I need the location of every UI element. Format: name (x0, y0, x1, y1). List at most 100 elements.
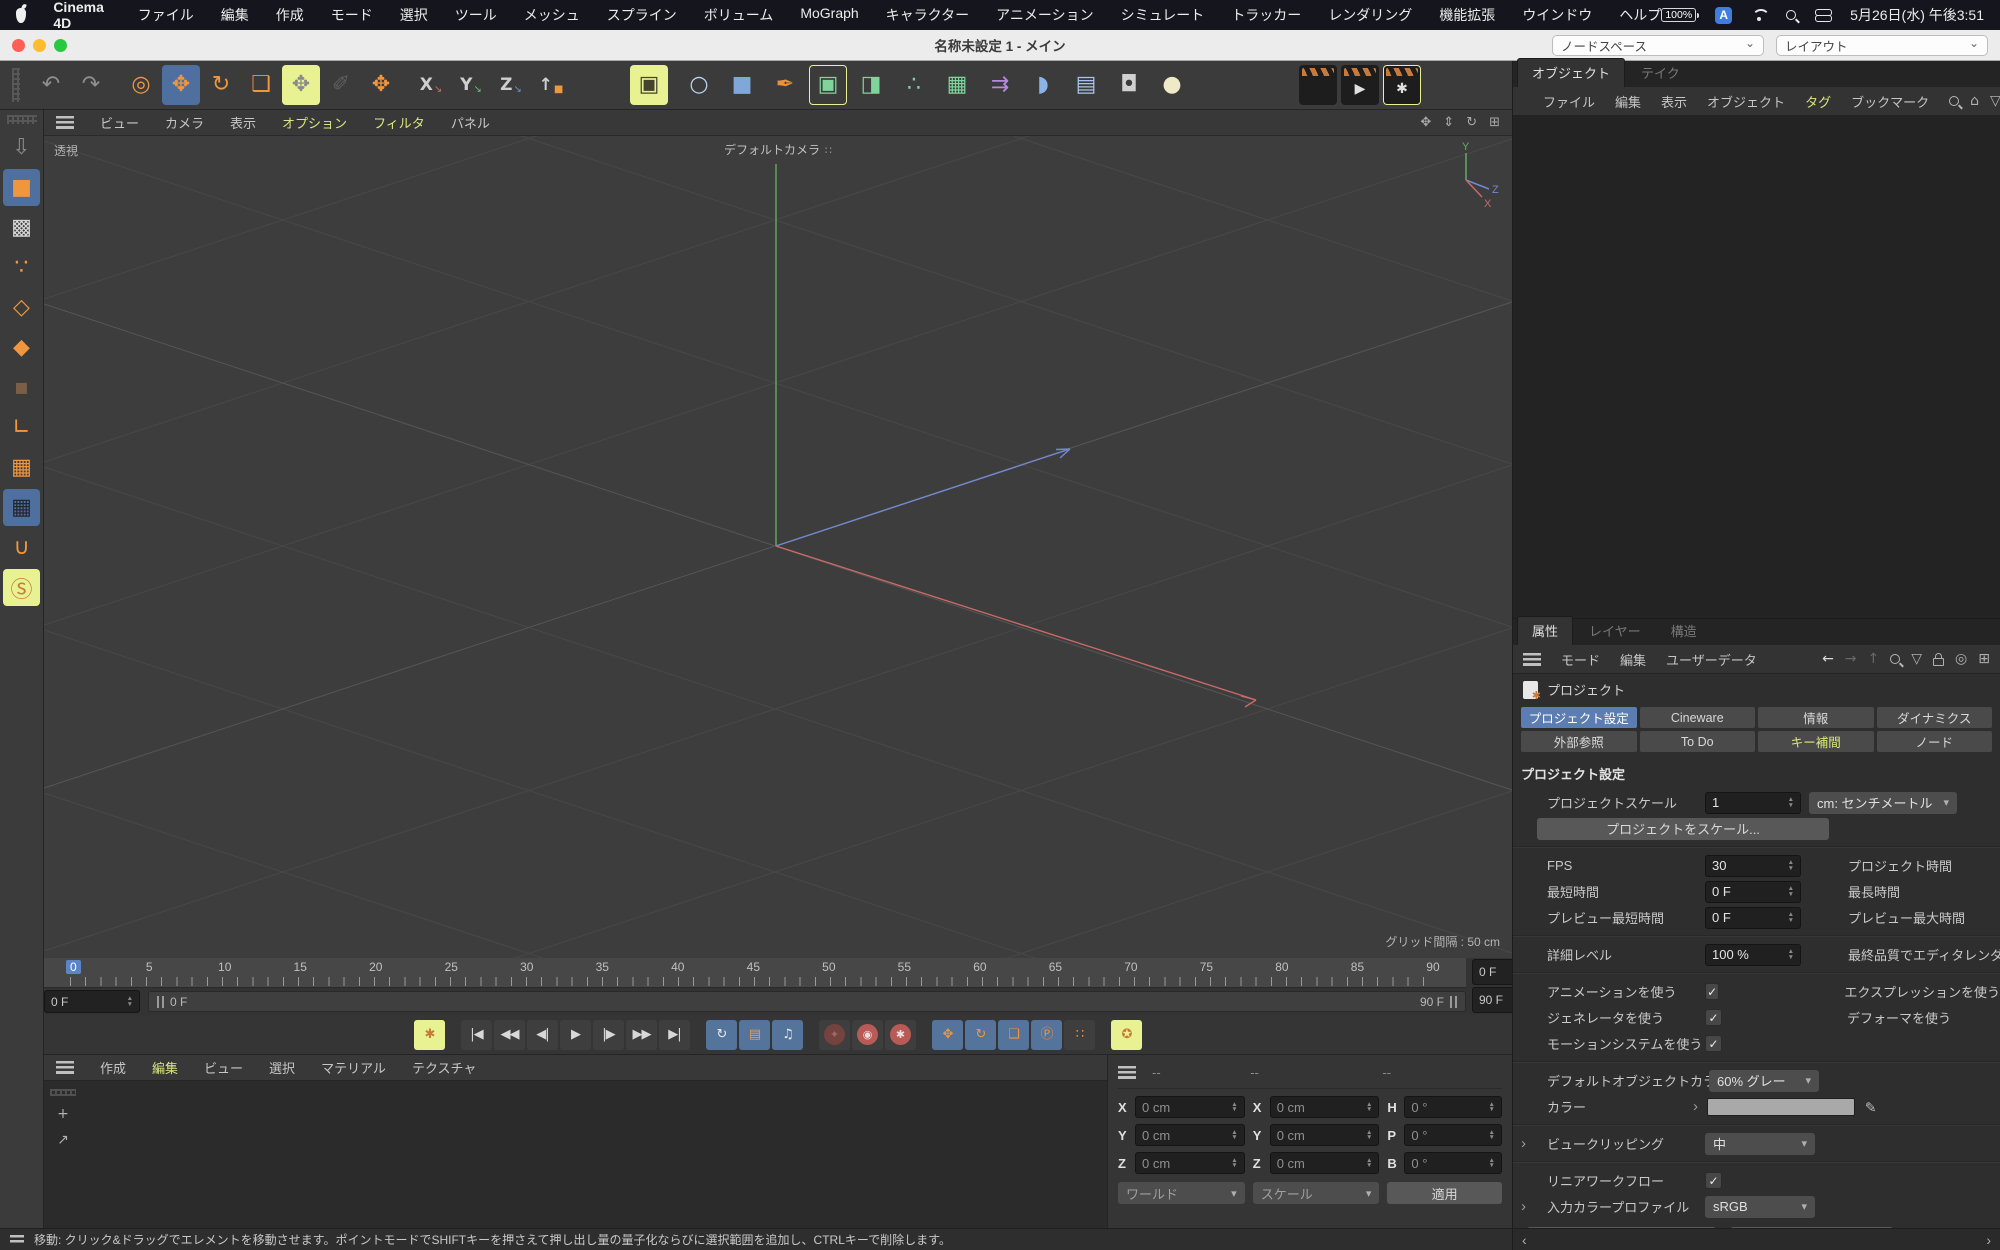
default-object-color-select[interactable]: 60% グレー (1709, 1070, 1819, 1092)
attribute-menu-item[interactable]: 編集 (1620, 650, 1646, 669)
use-motion-system-checkbox[interactable] (1705, 1035, 1722, 1052)
render-active-view-button[interactable] (1299, 65, 1337, 105)
unavailable-tool[interactable]: ✐ (322, 65, 360, 105)
attribute-tab[interactable]: 構造 (1657, 617, 1711, 645)
view-clipping-expander-icon[interactable] (1521, 1135, 1541, 1152)
volume-objects-icon[interactable]: ▦ (938, 65, 976, 105)
stepper-icon[interactable] (1788, 886, 1794, 897)
rotate-tool[interactable]: ↻ (202, 65, 240, 105)
timeline-tick[interactable]: 40 (671, 960, 685, 974)
timeline-tick[interactable]: 55 (897, 960, 911, 974)
menubar-item[interactable]: シミュレート (1121, 5, 1205, 25)
history-forward-icon[interactable]: → (1845, 651, 1857, 667)
size-field[interactable]: 0 cm (1270, 1096, 1380, 1118)
pan-view-icon[interactable]: ✥ (1420, 115, 1431, 130)
range-start-field[interactable]: 0 F (44, 990, 140, 1013)
axis-gizmo[interactable]: Y Z X (1436, 140, 1506, 210)
control-center-icon[interactable] (1815, 9, 1831, 22)
popup-icon[interactable]: ↗ (50, 1132, 76, 1148)
timeline-tick[interactable]: 30 (520, 960, 534, 974)
menubar-item[interactable]: ウインドウ (1522, 5, 1592, 25)
coordinate-space-select[interactable]: ワールド (1118, 1182, 1245, 1204)
stepper-icon[interactable] (1489, 1102, 1495, 1113)
menubar-item[interactable]: ヘルプ (1619, 5, 1661, 25)
stepper-icon[interactable] (1489, 1130, 1495, 1141)
fps-field[interactable]: 30 (1705, 855, 1801, 877)
preview-range-bar[interactable]: 0 F 90 F (148, 991, 1466, 1012)
material-menu-item[interactable]: 編集 (152, 1058, 178, 1077)
camera-objects-icon[interactable]: ◘ (1110, 65, 1148, 105)
object-manager-menu-item[interactable]: ブックマーク (1851, 92, 1929, 111)
attribute-tab[interactable]: 属性 (1517, 616, 1573, 645)
stepper-icon[interactable] (1788, 797, 1794, 808)
scroll-right-icon[interactable]: › (1986, 1232, 1991, 1248)
stepper-icon[interactable] (1366, 1102, 1372, 1113)
parent-object-icon[interactable]: ↑ (1868, 651, 1880, 667)
timeline-tick[interactable]: 70 (1124, 960, 1138, 974)
timeline-tick[interactable]: 0 (66, 960, 81, 974)
menubar-item[interactable]: MoGraph (800, 5, 858, 25)
object-manager-menu-item[interactable]: 表示 (1661, 92, 1687, 111)
environment-objects-icon[interactable]: ◗ (1024, 65, 1062, 105)
menubar-item[interactable]: ボリューム (704, 5, 774, 25)
menubar-item[interactable]: アニメーション (996, 5, 1093, 25)
menubar-item[interactable]: ファイル (138, 5, 194, 25)
palette-drag-handle[interactable] (7, 115, 37, 124)
search-icon[interactable] (1890, 654, 1900, 664)
attribute-category-tab[interactable]: ダイナミクス (1877, 707, 1993, 728)
attribute-object-row[interactable]: プロジェクト (1513, 674, 2000, 705)
history-back-icon[interactable]: ← (1822, 651, 1834, 667)
transform-mode-select[interactable]: スケール (1253, 1182, 1380, 1204)
attribute-category-tab[interactable]: キー補間 (1758, 731, 1874, 752)
viewport-menu-item[interactable]: カメラ (165, 113, 204, 132)
timeline-tick[interactable]: 80 (1275, 960, 1289, 974)
color-swatch[interactable] (1707, 1098, 1855, 1116)
attribute-category-tab[interactable]: Cineware (1640, 707, 1756, 728)
attribute-category-tab[interactable]: プロジェクト設定 (1521, 707, 1637, 728)
attribute-scrollbar[interactable]: ‹ › (1513, 1228, 2000, 1250)
path-up-icon[interactable]: ⌂ (1970, 93, 1979, 109)
color-expander-icon[interactable] (1693, 1098, 1703, 1115)
dolly-view-icon[interactable]: ⇕ (1443, 115, 1454, 130)
edge-mode-button[interactable]: ◇ (3, 289, 40, 326)
point-mode-button[interactable]: ∵ (3, 249, 40, 286)
menubar-item[interactable]: メッシュ (524, 5, 580, 25)
stepper-icon[interactable] (1788, 912, 1794, 923)
stepper-icon[interactable] (1366, 1158, 1372, 1169)
viewport-menu-icon[interactable] (56, 116, 74, 129)
range-cap-icon[interactable] (1450, 996, 1457, 1008)
timeline-tick[interactable]: 15 (293, 960, 307, 974)
scale-project-button[interactable]: プロジェクトをスケール... (1537, 818, 1829, 840)
timeline-tick[interactable]: 35 (595, 960, 609, 974)
cube-primitives-icon[interactable]: ■ (723, 65, 761, 105)
key-rotation-toggle[interactable]: ↻ (965, 1020, 996, 1050)
scale-tool[interactable]: ❑ (242, 65, 280, 105)
make-editable-button[interactable]: ⇩ (3, 129, 40, 166)
menubar-item[interactable]: 編集 (221, 5, 249, 25)
close-window-button[interactable] (12, 39, 25, 52)
rotate-view-icon[interactable]: ↻ (1466, 115, 1477, 130)
timeline-tick[interactable]: 85 (1350, 960, 1364, 974)
menubar-item[interactable]: 選択 (400, 5, 428, 25)
key-pla-toggle[interactable]: ∷ (1064, 1020, 1095, 1050)
coordinate-system-toggle[interactable]: ↑■ (532, 65, 570, 105)
object-manager-menu-item[interactable]: 編集 (1615, 92, 1641, 111)
lock-workplane-button[interactable]: ▦ (3, 489, 40, 526)
loop-toggle[interactable]: ↻ (706, 1020, 737, 1050)
material-menu-item[interactable]: テクスチャ (412, 1058, 476, 1077)
model-mode-button[interactable]: ■ (3, 169, 40, 206)
material-menu-icon[interactable] (56, 1061, 74, 1074)
key-parameter-toggle[interactable]: Ⓟ (1031, 1020, 1062, 1050)
goto-end-button[interactable]: ▶| (659, 1020, 690, 1050)
object-manager-tab[interactable]: オブジェクト (1517, 58, 1625, 87)
material-menu-item[interactable]: ビュー (204, 1058, 243, 1077)
render-settings-button[interactable]: ✱ (1383, 65, 1421, 105)
position-field[interactable]: 0 cm (1135, 1152, 1245, 1174)
timeline-tick[interactable]: 65 (1048, 960, 1062, 974)
filter-icon[interactable]: ▽ (1911, 651, 1922, 667)
render-view-button[interactable]: ▣ (630, 65, 668, 105)
axis-mode-button[interactable]: ∟ (3, 409, 40, 446)
use-animation-checkbox[interactable] (1705, 983, 1719, 1000)
goto-start-button[interactable]: |◀ (461, 1020, 492, 1050)
timeline-tick[interactable]: 50 (822, 960, 836, 974)
